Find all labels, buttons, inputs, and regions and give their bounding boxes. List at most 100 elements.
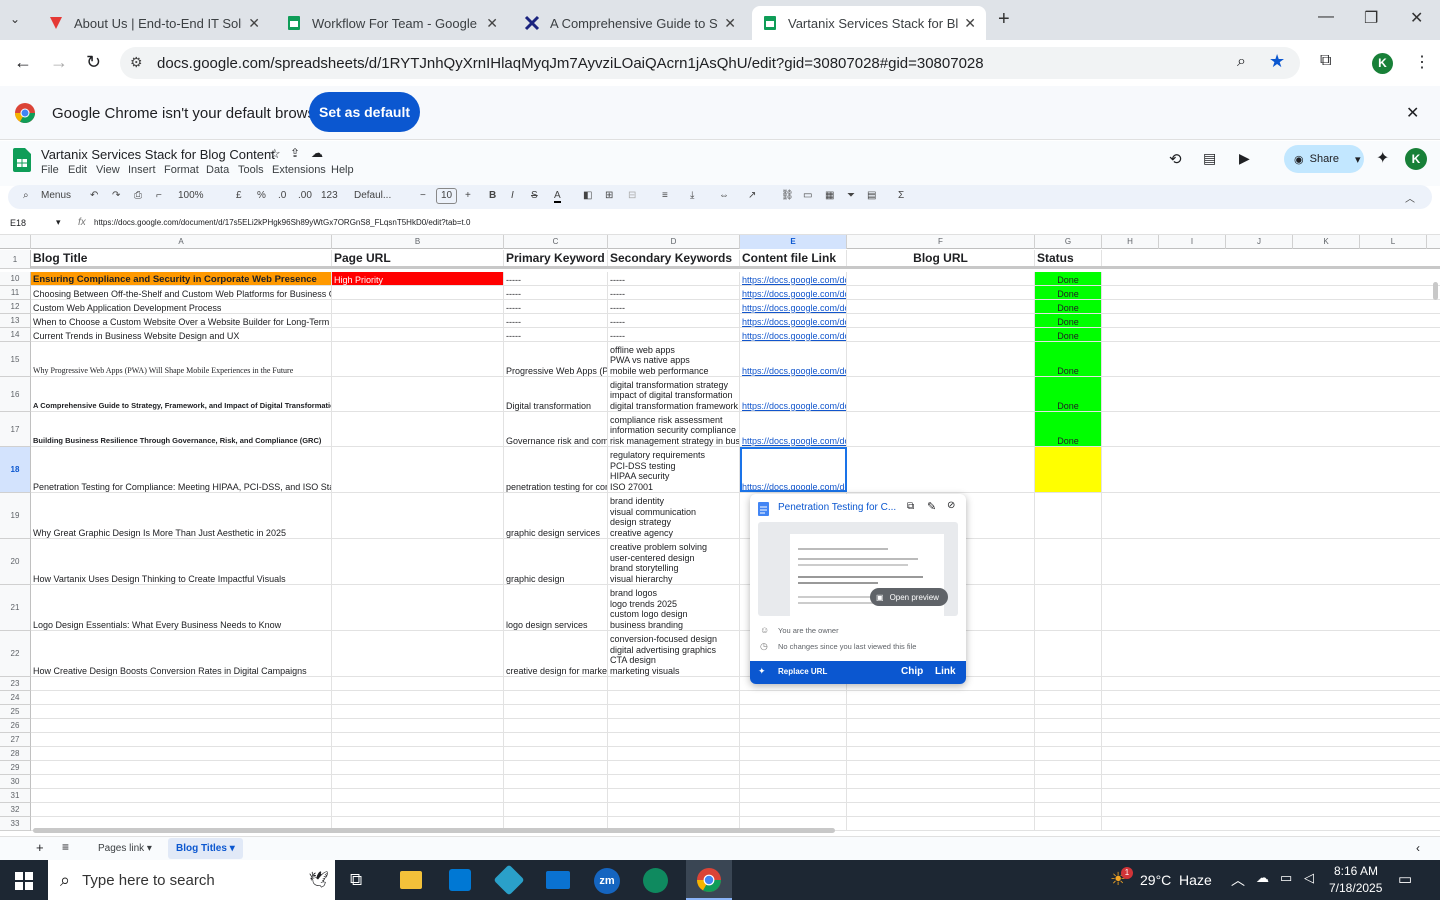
cell-status[interactable] [1035,631,1102,676]
empty-cell[interactable] [504,733,608,746]
empty-cell[interactable] [608,761,740,774]
cell-blog-url[interactable] [847,328,1035,341]
wrap-icon[interactable]: ⇔ [719,190,729,201]
cell-secondary-keywords[interactable]: ----- [608,300,740,313]
empty-cell[interactable] [608,705,740,718]
column-header-i[interactable]: I [1159,235,1226,249]
empty-cell[interactable] [740,775,847,788]
volume-icon[interactable]: ◁ [1304,870,1314,886]
cell-page-url[interactable] [332,412,504,446]
column-header-c[interactable]: C [504,235,608,249]
merge-cells-icon[interactable]: ⊟ [628,190,636,201]
row-number[interactable]: 15 [0,342,31,377]
cell-blog-url[interactable] [847,377,1035,411]
cell-secondary-keywords[interactable]: brand identity visual communication design… [608,493,740,538]
empty-cell[interactable] [847,817,1035,830]
cell-status[interactable]: Done [1035,377,1102,411]
row-number[interactable]: 1 [0,250,31,269]
empty-cell[interactable] [847,775,1035,788]
document-title[interactable]: Vartanix Services Stack for Blog Content [41,147,275,162]
cell-content-link[interactable]: https://docs.google.com/do [740,328,847,341]
cell-primary-keyword[interactable]: ----- [504,286,608,299]
move-folder-icon[interactable]: ⇪ [290,146,300,160]
cell-status[interactable] [1035,493,1102,538]
vertical-align-icon[interactable]: ⤓ [690,190,694,201]
empty-cell[interactable] [31,705,332,718]
cell-content-link[interactable]: https://docs.google.com/do [740,272,847,285]
menu-view[interactable]: View [96,164,120,176]
fill-color-icon[interactable]: ◧ [583,190,592,201]
font-size-increase-icon[interactable]: + [465,190,471,201]
browser-tab-4[interactable]: Vartanix Services Stack for Blog ✕ [752,6,986,40]
empty-cell[interactable] [740,691,847,704]
borders-icon[interactable]: ⊞ [605,190,613,201]
align-icon[interactable]: ≡ [662,190,668,201]
header-page-url[interactable]: Page URL [332,250,504,266]
filter-icon[interactable]: ⏷ [847,190,855,201]
cell-status[interactable] [1035,539,1102,584]
row-number[interactable]: 26 [0,719,31,733]
cell-page-url[interactable] [332,493,504,538]
cell-secondary-keywords[interactable]: digital transformation strategy impact of… [608,377,740,411]
sheet-tab-pages-link[interactable]: Pages link ▾ [88,838,162,859]
cell-primary-keyword[interactable]: graphic design [504,539,608,584]
empty-cell[interactable] [31,747,332,760]
cell-content-link[interactable]: https://docs.google.com/do [740,377,847,411]
bookmark-star-icon[interactable]: ★ [1269,51,1285,72]
meet-icon[interactable]: ▶ [1239,150,1250,167]
popup-doc-title[interactable]: Penetration Testing for C... [778,502,896,513]
header-secondary-keywords[interactable]: Secondary Keywords [608,250,740,266]
name-box[interactable]: E18 [10,218,26,228]
empty-cell[interactable] [1035,817,1102,830]
menu-extensions[interactable]: Extensions [272,164,326,176]
cell-blog-title[interactable]: How Vartanix Uses Design Thinking to Cre… [31,539,332,584]
cell-status[interactable]: Done [1035,314,1102,327]
open-preview-button[interactable]: ▣ Open preview [870,588,948,606]
decrease-decimal[interactable]: .0 [278,190,286,201]
cell-status[interactable] [1035,585,1102,630]
empty-cell[interactable] [847,733,1035,746]
row-number[interactable]: 30 [0,775,31,789]
empty-row[interactable] [31,733,1440,747]
cell-content-link[interactable]: https://docs.google.com/do [740,314,847,327]
cell-primary-keyword[interactable]: ----- [504,328,608,341]
cell-page-url[interactable]: High Priority [332,272,504,285]
empty-cell[interactable] [608,747,740,760]
all-sheets-icon[interactable]: ≡ [62,840,69,854]
italic-icon[interactable]: I [511,190,514,201]
version-history-icon[interactable]: ⟲ [1169,150,1182,168]
cell-page-url[interactable] [332,631,504,676]
functions-icon[interactable]: Σ [898,190,904,201]
cell-blog-title[interactable]: Why Progressive Web Apps (PWA) Will Shap… [31,342,332,376]
column-header-k[interactable]: K [1293,235,1360,249]
empty-cell[interactable] [740,789,847,802]
cell-blog-url[interactable] [847,412,1035,446]
text-color-icon[interactable]: A [554,190,561,203]
cell-primary-keyword[interactable]: Digital transformation [504,377,608,411]
cell-blog-title[interactable]: When to Choose a Custom Website Over a W… [31,314,332,327]
empty-cell[interactable] [847,705,1035,718]
empty-cell[interactable] [31,719,332,732]
cell-status[interactable]: Done [1035,328,1102,341]
empty-cell[interactable] [608,803,740,816]
name-box-dropdown-icon[interactable]: ▾ [56,217,61,228]
cell-blog-title[interactable]: Why Great Graphic Design Is More Than Ju… [31,493,332,538]
row-number[interactable]: 12 [0,300,31,314]
cell-blog-title[interactable]: Choosing Between Off-the-Shelf and Custo… [31,286,332,299]
network-icon[interactable]: ☁ [1256,870,1269,886]
cell-secondary-keywords[interactable]: conversion-focused design digital adverti… [608,631,740,676]
row-number[interactable]: 19 [0,493,31,539]
cell-secondary-keywords[interactable]: ----- [608,272,740,285]
cell-secondary-keywords[interactable]: ----- [608,286,740,299]
cell-secondary-keywords[interactable]: compliance risk assessment information se… [608,412,740,446]
empty-cell[interactable] [31,803,332,816]
empty-cell[interactable] [31,691,332,704]
chart-icon[interactable]: ▦ [825,190,834,201]
header-content-link[interactable]: Content file Link [740,250,847,266]
bold-icon[interactable]: B [489,190,496,201]
row-number[interactable]: 17 [0,412,31,447]
column-header-d[interactable]: D [608,235,740,249]
cell-blog-title[interactable]: Current Trends in Business Website Desig… [31,328,332,341]
empty-cell[interactable] [504,803,608,816]
share-dropdown-icon[interactable]: ▾ [1355,153,1361,166]
